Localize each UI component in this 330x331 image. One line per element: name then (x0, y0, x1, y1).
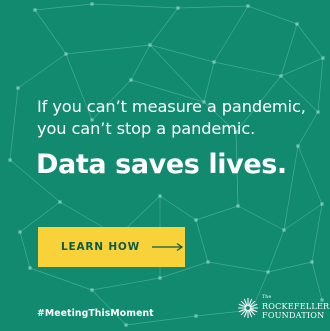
network-line (177, 5, 249, 9)
network-line (247, 5, 298, 25)
network-node (33, 8, 37, 12)
network-line (130, 44, 151, 81)
network-line (311, 203, 323, 263)
headline: Data saves lives. (36, 149, 287, 180)
network-node (212, 60, 216, 64)
network-line (149, 44, 215, 63)
network-line (195, 205, 239, 221)
network-node (320, 202, 324, 206)
learn-how-button[interactable]: LEARN HOW (38, 227, 185, 267)
network-node (8, 158, 12, 162)
network-line (29, 267, 93, 291)
network-node (236, 204, 240, 208)
network-node (321, 56, 325, 60)
network-node (296, 144, 300, 148)
network-node (16, 86, 20, 90)
network-node (176, 6, 180, 10)
network-line (296, 23, 324, 59)
network-node (90, 288, 94, 292)
network-node (246, 4, 250, 8)
network-node (18, 230, 22, 234)
tagline: If you can’t measure a pandemic, you can… (37, 97, 306, 138)
network-line (280, 57, 324, 77)
network-node (129, 78, 133, 82)
network-line (237, 205, 285, 231)
network-node (148, 43, 152, 47)
network-line (311, 261, 323, 301)
network-line (91, 277, 161, 291)
network-node (279, 74, 283, 78)
network-line (17, 53, 67, 89)
network-node (124, 323, 128, 327)
learn-how-label: LEARN HOW (61, 241, 141, 253)
network-node (295, 22, 299, 26)
network-line (159, 195, 197, 221)
network-line (34, 9, 67, 55)
logo-line-2: FOUNDATION (262, 309, 325, 320)
rockefeller-foundation-logo[interactable]: The ROCKEFELLER FOUNDATION (238, 295, 329, 320)
network-line (267, 261, 313, 273)
network-line (297, 145, 323, 205)
network-node (194, 314, 198, 318)
network-node (28, 266, 32, 270)
network-node (310, 260, 314, 264)
network-node (206, 260, 210, 264)
hashtag: #MeetingThisMoment (37, 308, 154, 319)
network-line (213, 61, 282, 77)
network-node (58, 200, 62, 204)
network-line (283, 203, 323, 231)
logo-wordmark: The ROCKEFELLER FOUNDATION (262, 295, 329, 320)
network-node (90, 2, 94, 6)
network-line (213, 5, 249, 63)
network-node (266, 270, 270, 274)
network-line (149, 7, 179, 46)
network-line (207, 261, 269, 273)
starburst-logo-icon (238, 297, 258, 318)
long-arrow-right-icon (152, 243, 184, 251)
network-node (158, 194, 162, 198)
network-line (149, 44, 205, 103)
network-node (64, 52, 68, 56)
network-line (65, 44, 151, 55)
network-line (195, 219, 209, 263)
network-node (282, 228, 286, 232)
network-line (267, 229, 285, 273)
network-line (9, 87, 19, 161)
network-line (19, 231, 31, 269)
network-line (280, 23, 298, 77)
logo-the: The (262, 295, 272, 300)
network-line (91, 3, 179, 9)
network-node (194, 218, 198, 222)
ad-banner[interactable]: If you can’t measure a pandemic, you can… (0, 0, 330, 331)
network-node (158, 276, 162, 280)
network-line (34, 3, 93, 11)
